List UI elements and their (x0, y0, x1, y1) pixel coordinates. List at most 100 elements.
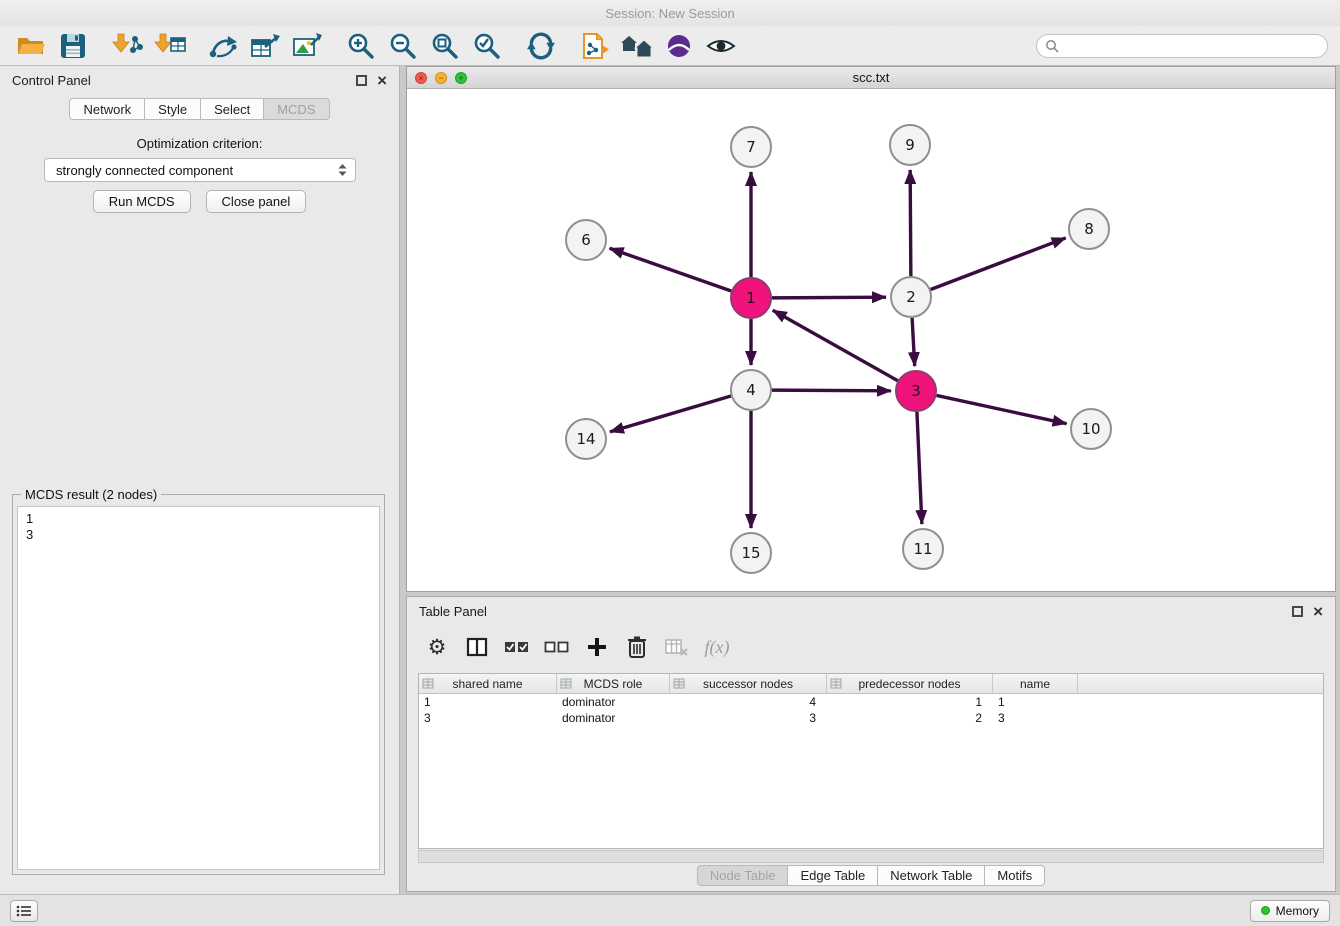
graph-node-11[interactable]: 11 (903, 529, 943, 569)
graph-node-14[interactable]: 14 (566, 419, 606, 459)
graph-edge-3-10[interactable] (937, 395, 1067, 423)
export-network-button[interactable] (202, 28, 244, 64)
column-header-name[interactable]: name (993, 674, 1078, 693)
svg-text:3: 3 (911, 382, 921, 400)
network-window-title: scc.txt (853, 70, 890, 85)
import-network-button[interactable] (106, 28, 148, 64)
cell-shared-name[interactable]: 1 (419, 694, 557, 710)
cell-successor-nodes[interactable]: 3 (670, 710, 827, 726)
graph-node-6[interactable]: 6 (566, 220, 606, 260)
function-builder-button: f(x) (699, 630, 735, 664)
window-minimize-icon[interactable]: − (435, 72, 447, 84)
graph-edge-3-11[interactable] (917, 412, 922, 524)
graph-node-10[interactable]: 10 (1071, 409, 1111, 449)
graph-node-1[interactable]: 1 (731, 278, 771, 318)
graph-node-7[interactable]: 7 (731, 127, 771, 167)
graph-edge-1-2[interactable] (772, 297, 886, 298)
graph-edge-1-6[interactable] (610, 248, 732, 291)
cell-name[interactable]: 1 (993, 694, 1078, 710)
cell-mcds-role[interactable]: dominator (557, 694, 670, 710)
graph-node-2[interactable]: 2 (891, 277, 931, 317)
tab-style[interactable]: Style (145, 98, 201, 120)
column-header-shared-name[interactable]: shared name (419, 674, 557, 693)
graph-node-3[interactable]: 3 (896, 371, 936, 411)
show-columns-button[interactable] (459, 630, 495, 664)
memory-button[interactable]: Memory (1250, 900, 1330, 922)
save-button[interactable] (52, 28, 94, 64)
graph-node-8[interactable]: 8 (1069, 209, 1109, 249)
tab-network-table[interactable]: Network Table (878, 865, 985, 886)
export-image-button[interactable] (286, 28, 328, 64)
graph-edge-3-1[interactable] (773, 310, 898, 380)
window-close-icon[interactable]: × (415, 72, 427, 84)
table-row: 1 dominator 4 1 1 (419, 694, 1323, 710)
export-table-button[interactable] (244, 28, 286, 64)
mcds-result-groupbox: MCDS result (2 nodes) 1 3 (12, 494, 385, 875)
add-column-button[interactable] (579, 630, 615, 664)
criterion-select[interactable]: strongly connected component (44, 158, 356, 182)
list-icon (16, 905, 32, 917)
delete-column-button[interactable] (619, 630, 655, 664)
cell-mcds-role[interactable]: dominator (557, 710, 670, 726)
close-panel-action-button[interactable]: Close panel (206, 190, 307, 213)
svg-text:8: 8 (1084, 220, 1094, 238)
search-container (1036, 34, 1328, 58)
cell-name[interactable]: 3 (993, 710, 1078, 726)
tab-select[interactable]: Select (201, 98, 264, 120)
cell-predecessor-nodes[interactable]: 1 (827, 694, 993, 710)
sort-icon (830, 678, 842, 692)
graph-edge-2-3[interactable] (912, 318, 915, 366)
main-toolbar (0, 26, 1340, 66)
column-header-mcds-role[interactable]: MCDS role (557, 674, 670, 693)
cell-predecessor-nodes[interactable]: 2 (827, 710, 993, 726)
float-table-panel-button[interactable] (1292, 606, 1303, 617)
show-hide-button[interactable] (700, 28, 742, 64)
zoom-selected-button[interactable] (466, 28, 508, 64)
horizontal-scrollbar[interactable] (418, 850, 1324, 863)
column-header-filler (1078, 674, 1323, 693)
column-header-successor-nodes[interactable]: successor nodes (670, 674, 827, 693)
graph-node-4[interactable]: 4 (731, 370, 771, 410)
zoom-fit-button[interactable] (424, 28, 466, 64)
task-history-button[interactable] (10, 900, 38, 922)
graph-edge-4-14[interactable] (610, 396, 731, 432)
open-file-button[interactable] (10, 28, 52, 64)
close-table-panel-button[interactable]: × (1313, 606, 1323, 617)
import-table-button[interactable] (148, 28, 190, 64)
svg-text:14: 14 (576, 430, 595, 448)
graph-edge-4-3[interactable] (772, 390, 891, 391)
sort-icon (673, 678, 685, 692)
table-settings-button[interactable]: ⚙ (419, 630, 455, 664)
network-canvas[interactable]: 7 9 6 8 1 2 3 4 14 10 15 11 (407, 89, 1335, 591)
zoom-in-button[interactable] (340, 28, 382, 64)
float-panel-button[interactable] (356, 75, 367, 86)
close-panel-button[interactable]: × (377, 75, 387, 86)
zoom-out-icon (388, 31, 418, 61)
column-label: MCDS role (584, 677, 643, 691)
zoom-out-button[interactable] (382, 28, 424, 64)
tab-edge-table[interactable]: Edge Table (788, 865, 878, 886)
unselect-all-columns-button[interactable] (539, 630, 575, 664)
cell-successor-nodes[interactable]: 4 (670, 694, 827, 710)
tab-mcds[interactable]: MCDS (264, 98, 329, 120)
cell-shared-name[interactable]: 3 (419, 710, 557, 726)
search-input[interactable] (1036, 34, 1328, 58)
select-all-columns-button[interactable] (499, 630, 535, 664)
clipboard-network-button[interactable] (574, 28, 616, 64)
window-zoom-icon[interactable]: + (455, 72, 467, 84)
style-button[interactable] (658, 28, 700, 64)
tab-motifs[interactable]: Motifs (985, 865, 1045, 886)
column-header-predecessor-nodes[interactable]: predecessor nodes (827, 674, 993, 693)
graph-edge-2-9[interactable] (910, 170, 911, 276)
run-mcds-button[interactable]: Run MCDS (93, 190, 191, 213)
graph-node-9[interactable]: 9 (890, 125, 930, 165)
home-button[interactable] (616, 28, 658, 64)
refresh-button[interactable] (520, 28, 562, 64)
import-table-icon (152, 32, 186, 60)
tab-network[interactable]: Network (69, 98, 145, 120)
plus-icon (587, 637, 607, 657)
column-label: predecessor nodes (858, 677, 960, 691)
graph-edge-2-8[interactable] (931, 238, 1066, 290)
tab-node-table[interactable]: Node Table (697, 865, 789, 886)
graph-node-15[interactable]: 15 (731, 533, 771, 573)
